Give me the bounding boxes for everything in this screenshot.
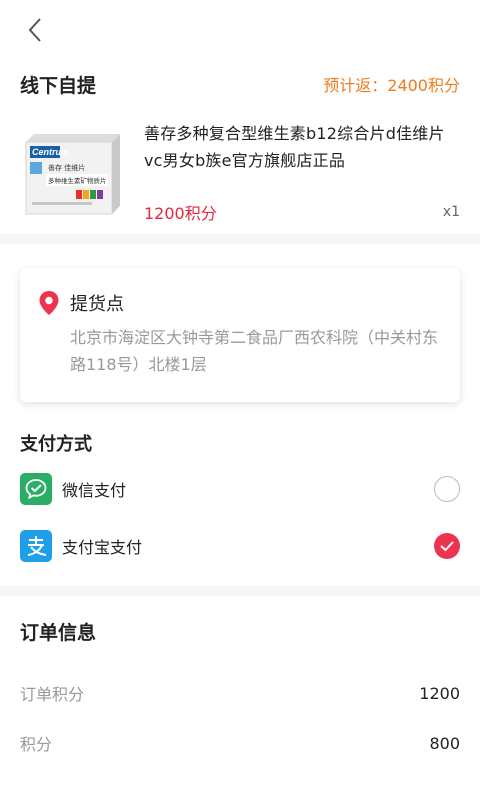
- pickup-method-title: 线下自提: [20, 74, 97, 97]
- back-button[interactable]: [24, 16, 48, 44]
- svg-text:Centrum: Centrum: [32, 147, 69, 157]
- order-points-value: 1200: [419, 683, 460, 703]
- estimated-rebate: 预计返：2400积分: [323, 76, 460, 95]
- wechat-pay-label: 微信支付: [62, 480, 127, 500]
- points-value: 800: [429, 733, 460, 753]
- product-item[interactable]: Centrum 善存 佳维片 多种维生素矿物质片 善存多种复合型维生素b12综合…: [0, 106, 480, 234]
- product-info: 善存多种复合型维生素b12综合片d佳维片vc男女b族e官方旗舰店正品 1200积…: [144, 120, 460, 234]
- chevron-left-icon: [28, 18, 41, 42]
- payment-method-title: 支付方式: [20, 434, 92, 455]
- svg-text:多种维生素矿物质片: 多种维生素矿物质片: [48, 176, 107, 185]
- top-bar: [0, 0, 480, 62]
- points-label: 积分: [20, 735, 53, 754]
- product-name: 善存多种复合型维生素b12综合片d佳维片vc男女b族e官方旗舰店正品: [144, 124, 445, 170]
- order-points-label: 订单积分: [20, 685, 85, 704]
- order-row-balance: 积分 800: [0, 718, 480, 768]
- wechat-pay-radio[interactable]: [434, 475, 460, 502]
- checkmark-icon: [440, 540, 454, 551]
- product-box-image: Centrum 善存 佳维片 多种维生素矿物质片: [25, 134, 120, 215]
- payment-option-alipay[interactable]: 支付宝支付: [0, 517, 480, 574]
- wechat-pay-icon: [20, 472, 52, 505]
- order-info-title: 订单信息: [20, 622, 97, 644]
- location-pin-icon: [39, 291, 59, 315]
- svg-text:善存 佳维片: 善存 佳维片: [48, 163, 85, 172]
- section-divider: [0, 586, 480, 596]
- pickup-point-card[interactable]: 提货点 北京市海淀区大钟寺第二食品厂西农科院（中关村东路118号）北楼1层: [20, 268, 460, 402]
- product-quantity: x1: [442, 204, 460, 220]
- pickup-title: 提货点: [70, 294, 124, 315]
- store-section-header: 线下自提 预计返：2400积分: [0, 62, 480, 106]
- alipay-label: 支付宝支付: [62, 537, 143, 557]
- alipay-radio-checked[interactable]: [434, 532, 460, 559]
- alipay-icon: [20, 529, 52, 562]
- product-image: Centrum 善存 佳维片 多种维生素矿物质片: [20, 120, 124, 224]
- product-price: 1200积分: [144, 204, 217, 223]
- pickup-section: 提货点 北京市海淀区大钟寺第二食品厂西农科院（中关村东路118号）北楼1层: [0, 244, 480, 412]
- pickup-header: 提货点: [38, 290, 440, 316]
- payment-option-wechat[interactable]: 微信支付: [0, 460, 480, 517]
- order-row-points: 订单积分 1200: [0, 668, 480, 718]
- pickup-address: 北京市海淀区大钟寺第二食品厂西农科院（中关村东路118号）北楼1层: [70, 328, 439, 374]
- section-divider: [0, 234, 480, 244]
